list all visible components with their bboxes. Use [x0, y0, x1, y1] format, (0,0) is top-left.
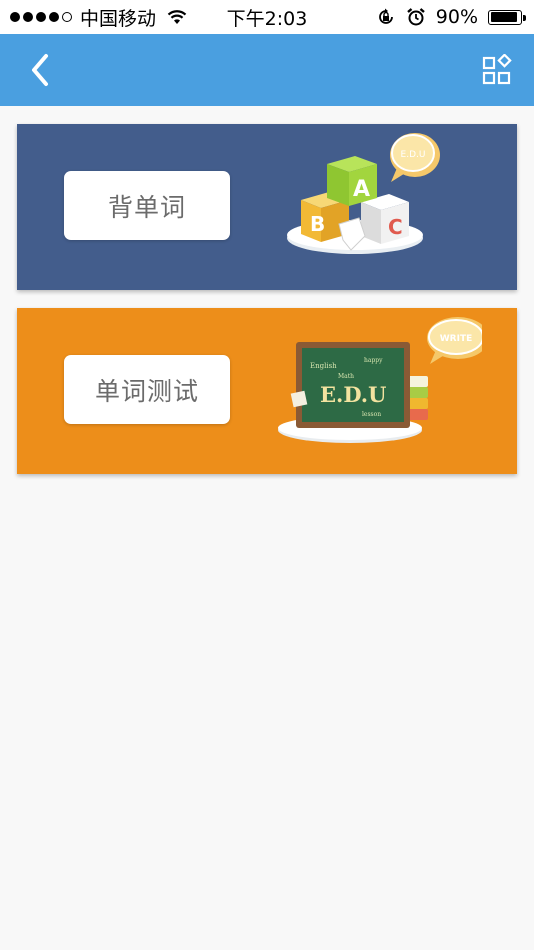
block-letter-c: C: [388, 215, 403, 239]
word-test-card[interactable]: 单词测试 English happy Math E.D.U lesson WRI…: [17, 308, 517, 474]
vocabulary-button[interactable]: 背单词: [64, 171, 230, 240]
vocabulary-card[interactable]: 背单词 B C A E.D.U: [17, 124, 517, 290]
abc-blocks-illustration: B C A E.D.U: [287, 133, 440, 254]
board-word-edu: E.D.U: [320, 382, 386, 407]
board-word-happy: happy: [364, 357, 383, 364]
navigation-bar: [0, 34, 534, 106]
battery-percent: 90%: [435, 6, 478, 28]
status-right: 90%: [376, 0, 526, 34]
chevron-left-icon: [32, 54, 48, 86]
apps-grid-button[interactable]: [480, 51, 516, 89]
board-word-english: English: [310, 362, 337, 370]
board-word-math: Math: [338, 373, 354, 380]
battery-level: [490, 12, 517, 22]
word-test-button[interactable]: 单词测试: [64, 355, 230, 424]
status-time: 下午2:03: [226, 7, 308, 30]
chalkboard-illustration: English happy Math E.D.U lesson WRITE: [278, 317, 482, 443]
block-letter-b: B: [310, 212, 325, 236]
write-bubble-text: WRITE: [440, 334, 473, 344]
apps-grid-icon: [482, 54, 512, 85]
back-button[interactable]: [20, 50, 60, 90]
block-letter-a: A: [353, 177, 370, 202]
orientation-lock-icon: [378, 8, 393, 24]
battery-icon: [488, 9, 526, 25]
alarm-icon: [406, 8, 425, 26]
status-bar: 中国移动 下午2:03 90%: [0, 0, 534, 34]
board-word-lesson: lesson: [362, 411, 381, 418]
edu-bubble-text: E.D.U: [401, 150, 426, 160]
